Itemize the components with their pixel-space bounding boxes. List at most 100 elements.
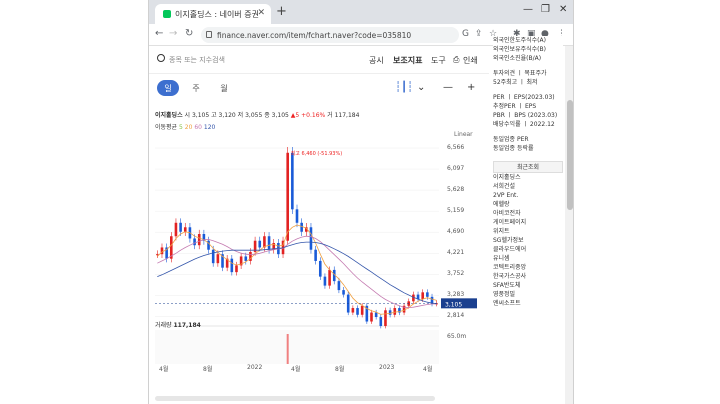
ma5-value[interactable]: 5 (179, 124, 183, 131)
high-value: 3,120 (218, 112, 236, 119)
stock-info-sidebar: 외국인한도주식수(A) 외국인보유주식수(B) 외국인소진율(B/A) 투자의견 ㅣ… (493, 36, 563, 404)
sidebar-row[interactable]: 에헬랑 (493, 200, 563, 209)
tools-button[interactable]: 도구 (431, 55, 446, 66)
url-text: finance.naver.com/item/fchart.naver?code… (217, 31, 412, 40)
candle-body (235, 265, 238, 273)
recent-header[interactable]: 최근조회 (493, 161, 563, 173)
google-icon[interactable]: G (462, 29, 469, 39)
open-value: 3,105 (191, 112, 210, 119)
zoom-out-icon[interactable]: — (443, 82, 453, 93)
y-tick-label: 3,283 (447, 291, 465, 299)
tab-strip: 이지홀딩스 : 네이버 증권 ✕ + — ❐ ✕ (149, 0, 573, 24)
sidebar-row[interactable]: 클라우드에어 (493, 245, 563, 254)
sidebar-row[interactable]: 서희건설 (493, 182, 563, 191)
candle-body (309, 227, 313, 250)
x-tick-label: 4월 (159, 366, 169, 373)
forward-icon[interactable]: → (169, 28, 177, 39)
notice-button[interactable]: 공시 (369, 55, 384, 66)
sidebar-row[interactable]: 이지홀딩스 (493, 173, 563, 182)
ma-line-20 (157, 224, 437, 315)
candle-body (356, 308, 359, 315)
browser-window: 이지홀딩스 : 네이버 증권 ✕ + — ❐ ✕ ← → ↻ finance.n… (148, 0, 574, 404)
scale-mode[interactable]: Linear (454, 131, 473, 138)
candle-body (360, 305, 364, 315)
per-block: PER ㅣ EPS(2023.03) 추정PER ㅣ EPS PBR ㅣ BPS (… (493, 93, 563, 129)
sidebar-row[interactable]: SG헬가정보 (493, 236, 563, 245)
foreign-holdings: 외국인한도주식수(A) 외국인보유주식수(B) 외국인소진율(B/A) (493, 36, 563, 63)
chart-scrollbar[interactable] (155, 396, 435, 401)
period-week-button[interactable]: 주 (185, 80, 207, 96)
y-tick-label: 5,159 (447, 207, 465, 215)
print-button[interactable]: 인쇄 (463, 55, 478, 66)
sidebar-row[interactable]: 아비코전자 (493, 209, 563, 218)
candle-body (197, 234, 201, 246)
close-tab-icon[interactable]: ✕ (257, 8, 265, 18)
volume-bar (286, 334, 289, 364)
chart-panel: 종목 또는 지수검색 공시 보조지표 도구 ⎙ 인쇄 일 주 월 ┆┃┆ ⌄ —… (149, 46, 489, 404)
sidebar-row[interactable]: SFA반도체 (493, 281, 563, 290)
period-day-button[interactable]: 일 (157, 80, 179, 96)
zoom-in-icon[interactable]: + (467, 82, 475, 93)
low-value: 3,055 (245, 112, 263, 119)
candle-body (342, 290, 345, 295)
sidebar-row: PER ㅣ EPS(2023.03) (493, 94, 555, 101)
new-tab-button[interactable]: + (276, 4, 287, 19)
candle-body (370, 312, 373, 322)
open-label: 시 (184, 112, 191, 119)
close-window-icon[interactable]: ✕ (559, 4, 567, 15)
y-tick-label: 6,097 (447, 165, 465, 173)
y-tick-label: 4,690 (447, 228, 465, 236)
sidebar-row[interactable]: 엔씨소프트 (493, 299, 563, 308)
period-month-button[interactable]: 월 (213, 80, 235, 96)
share-icon[interactable]: ⇪ (475, 29, 483, 39)
sidebar-row[interactable]: 유니셈 (493, 254, 563, 263)
reload-icon[interactable]: ↻ (185, 28, 193, 39)
max-price-label: 최고 6,460 (-51.93%) (291, 150, 343, 157)
volume-value: 117,184 (173, 322, 201, 329)
x-tick-label: 8월 (335, 366, 345, 373)
indicators-button[interactable]: 보조지표 (393, 55, 422, 66)
candle-body (258, 240, 262, 248)
candle-body (291, 152, 294, 210)
candle-body (388, 310, 392, 315)
sidebar-row[interactable]: 위지트 (493, 227, 563, 236)
search-icon[interactable] (157, 54, 165, 62)
ma-line-120 (157, 241, 437, 304)
chevron-down-icon[interactable]: ⌄ (417, 82, 425, 93)
back-icon[interactable]: ← (155, 28, 163, 39)
sidebar-row[interactable]: 2VP Ent. (493, 191, 563, 200)
sidebar-row[interactable]: 영풍정밀 (493, 290, 563, 299)
scrollbar-thumb[interactable] (567, 100, 573, 210)
stock-search-input[interactable]: 종목 또는 지수검색 (169, 55, 225, 65)
period-selector: 일 주 월 ┆┃┆ ⌄ — + (149, 78, 489, 98)
sidebar-row: 배당수익률 ㅣ 2022.12 (493, 121, 555, 128)
sidebar-row: 동일업종 등락률 (493, 145, 534, 152)
desktop-right (574, 0, 720, 404)
sidebar-row[interactable]: 코텍트리중앙 (493, 263, 563, 272)
ma20-value[interactable]: 20 (185, 124, 193, 131)
x-tick-label: 4월 (423, 366, 433, 373)
sidebar-row: 외국인한도주식수(A) (493, 37, 546, 44)
print-icon[interactable]: ⎙ (453, 55, 459, 65)
candle-body (318, 260, 322, 277)
ma120-value[interactable]: 120 (204, 124, 215, 131)
y-tick-label: 4,221 (447, 249, 465, 257)
volume-label: 거래량 (155, 322, 172, 329)
sidebar-row: 투자의견 ㅣ 목표주가 (493, 70, 547, 77)
maximize-icon[interactable]: ❐ (541, 4, 550, 15)
candle-body (374, 312, 378, 318)
tab-naver-finance[interactable]: 이지홀딩스 : 네이버 증권 ✕ (155, 4, 271, 24)
minimize-icon[interactable]: — (523, 4, 533, 15)
sidebar-row[interactable]: 한국가스공사 (493, 272, 563, 281)
address-bar[interactable]: finance.naver.com/item/fchart.naver?code… (201, 27, 459, 43)
sidebar-row: 52주최고 ㅣ 최저 (493, 79, 538, 86)
ma60-value[interactable]: 60 (194, 124, 202, 131)
sector-block: 동일업종 PER 동일업종 등락률 (493, 135, 563, 153)
quote-summary: 이지홀딩스 시 3,105 고 3,120 저 3,055 종 3,105 ▲5… (155, 110, 359, 119)
candle-type-icon[interactable]: ┆┃┆ (395, 82, 413, 93)
sidebar-row[interactable]: 게이트페이지 (493, 218, 563, 227)
close-value: 3,105 (271, 112, 289, 119)
price-chart[interactable]: 최고 6,460 (-51.93%)최저 2,600 (19.42%)3,105… (149, 140, 489, 364)
stock-name: 이지홀딩스 (155, 112, 183, 119)
low-label: 저 (237, 112, 244, 119)
